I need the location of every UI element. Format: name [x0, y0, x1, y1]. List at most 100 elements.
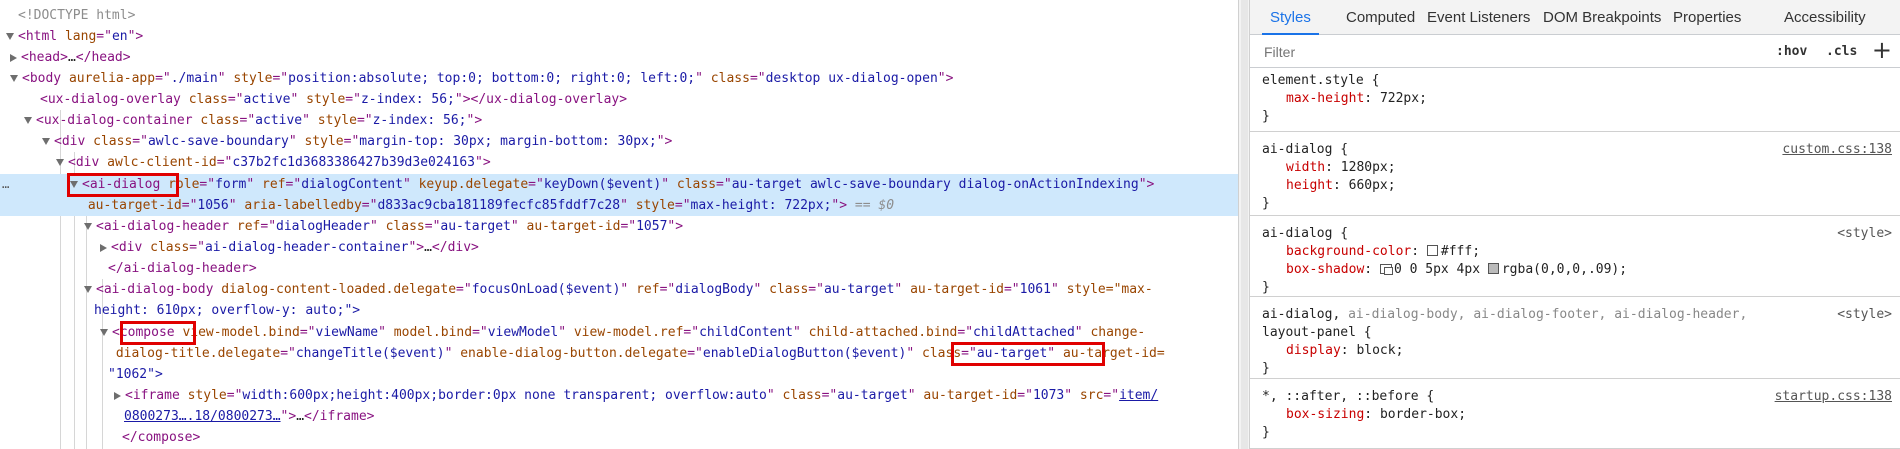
splitter-thumb[interactable] [1241, 0, 1248, 449]
attr-name: style [304, 134, 344, 149]
color-swatch-icon[interactable] [1426, 245, 1438, 256]
expand-triangle-down-icon[interactable] [24, 117, 32, 124]
property-value[interactable]: border-box; [1380, 407, 1466, 422]
attr-value: margin-top: 30px; margin-bottom: 30px; [359, 134, 657, 149]
dom-node-line[interactable]: 0800273….18/0800273…">…</iframe> [0, 406, 1238, 427]
iframe-src-link[interactable]: 0800273….18/0800273… [124, 409, 281, 424]
tab-event-listeners[interactable]: Event Listeners [1427, 0, 1530, 35]
attr-name: class [769, 282, 809, 297]
new-style-rule-button[interactable]: + [1872, 36, 1892, 64]
property-name[interactable]: box-shadow [1286, 262, 1364, 277]
style-rule[interactable]: *, ::after, ::before { startup.css:138box… [1250, 385, 1900, 449]
rule-selector[interactable]: ai-dialog { [1262, 140, 1348, 160]
color-swatch-icon[interactable] [1487, 263, 1499, 274]
tag-name: </compose> [122, 430, 201, 445]
property-name[interactable]: box-sizing [1286, 407, 1364, 422]
expand-triangle-down-icon[interactable] [84, 223, 92, 230]
styles-filter-input[interactable] [1262, 40, 1762, 63]
dom-node-line[interactable]: <html lang="en"> [0, 26, 1238, 47]
expand-triangle-right-icon[interactable] [100, 243, 107, 252]
dom-node-line[interactable]: <div class="awlc-save-boundary" style="m… [0, 131, 1238, 152]
hov-toggle-button[interactable]: :hov [1776, 42, 1807, 62]
rule-source-link[interactable]: startup.css:138 [1775, 387, 1892, 407]
rule-selector[interactable]: ai-dialog { [1262, 224, 1348, 244]
rule-selector[interactable]: *, ::after, ::before { [1262, 387, 1434, 407]
expand-triangle-down-icon[interactable] [6, 33, 14, 40]
css-property[interactable]: background-color: #fff; [1286, 242, 1480, 262]
tab-styles[interactable]: Styles [1262, 0, 1319, 35]
dom-node-line[interactable]: <body aurelia-app="./main" style="positi… [0, 68, 1238, 89]
expand-triangle-right-icon[interactable] [114, 391, 121, 400]
css-property[interactable]: max-height: 722px; [1286, 89, 1427, 109]
dom-node-line[interactable]: <iframe style="width:600px;height:400px;… [0, 385, 1238, 406]
style-rule[interactable]: element.style {max-height: 722px;} [1250, 69, 1900, 132]
more-actions-icon[interactable]: ⋯ [2, 177, 22, 198]
dom-node-line[interactable]: <!DOCTYPE html> [0, 5, 1238, 26]
attr-value: d833ac9cba181189fecfc85fddf7c28 [377, 198, 621, 213]
rule-source-link[interactable]: custom.css:138 [1782, 140, 1892, 160]
rule-close-brace: } [1262, 196, 1270, 211]
tab-properties[interactable]: Properties [1673, 0, 1741, 35]
property-value[interactable]: #fff; [1441, 244, 1480, 259]
property-name[interactable]: width [1286, 160, 1325, 175]
expand-triangle-down-icon[interactable] [56, 159, 64, 166]
attr-name: enable-dialog-button.delegate [460, 346, 688, 361]
dom-node-line[interactable]: "1062"> [0, 364, 1238, 385]
dom-node-line[interactable]: <head>…</head> [0, 47, 1238, 68]
tag-name: <div [54, 134, 86, 149]
dom-node-line[interactable]: <ux-dialog-overlay class="active" style=… [0, 89, 1238, 110]
iframe-src-link[interactable]: item/ [1119, 388, 1158, 403]
expand-triangle-right-icon[interactable] [10, 53, 17, 62]
expand-triangle-down-icon[interactable] [10, 75, 18, 82]
tab-dom-breakpoints[interactable]: DOM Breakpoints [1543, 0, 1661, 35]
highlight-class-au-target [951, 342, 1105, 366]
rule-selector[interactable]: element.style { [1262, 71, 1379, 91]
elements-panel[interactable]: <!DOCTYPE html> <html lang="en"> <head>…</… [0, 0, 1238, 449]
property-value[interactable]: 0 0 5px 4px [1394, 262, 1480, 277]
rule-selector[interactable]: ai-dialog, ai-dialog-body, ai-dialog-foo… [1262, 305, 1747, 325]
dom-node-line[interactable]: <div awlc-client-id="c37b2fc1d3683386427… [0, 152, 1238, 173]
expand-triangle-down-icon[interactable] [84, 286, 92, 293]
attr-name: style [317, 113, 357, 128]
property-value[interactable]: 660px; [1349, 178, 1396, 193]
attr-value: c37b2fc1d3683386427b39d3e024163 [232, 155, 476, 170]
style-rule[interactable]: ai-dialog {<style> background-color: #fff… [1250, 222, 1900, 297]
tag-name: <html [18, 29, 58, 44]
property-value[interactable]: 722px; [1380, 91, 1427, 106]
dom-node-line[interactable]: <ai-dialog-header ref="dialogHeader" cla… [0, 216, 1238, 237]
dom-node-line[interactable]: height: 610px; overflow-y: auto;"> [0, 300, 1238, 321]
expand-triangle-down-icon[interactable] [42, 138, 50, 145]
style-rule[interactable]: ai-dialog { custom.css:138 width: 1280px; h… [1250, 138, 1900, 216]
expand-triangle-down-icon[interactable] [100, 329, 108, 336]
panel-splitter[interactable] [1238, 0, 1250, 449]
dom-node-line[interactable]: <ux-dialog-container class="active" styl… [0, 110, 1238, 131]
property-name[interactable]: max-height [1286, 91, 1364, 106]
css-property[interactable]: box-shadow: 0 0 5px 4px rgba(0,0,0,.09); [1286, 260, 1627, 280]
css-property[interactable]: display: block; [1286, 341, 1403, 361]
property-value[interactable]: rgba(0,0,0,.09); [1502, 262, 1627, 277]
attr-value: enableDialogButton($event) [702, 346, 907, 361]
css-property[interactable]: width: 1280px; [1286, 158, 1396, 178]
shadow-editor-icon[interactable] [1379, 264, 1393, 275]
dom-node-line[interactable]: <ai-dialog role="form" ref="dialogConten… [0, 174, 1238, 195]
style-rule[interactable]: ai-dialog, ai-dialog-body, ai-dialog-foo… [1250, 303, 1900, 379]
tab-computed[interactable]: Computed [1346, 0, 1415, 35]
dom-node-line[interactable]: </ai-dialog-header> [0, 258, 1238, 279]
property-value[interactable]: block; [1356, 343, 1403, 358]
tag-name: </ai-dialog-header> [108, 261, 257, 276]
dom-node-line[interactable]: au-target-id="1056" aria-labelledby="d83… [0, 195, 1238, 216]
attr-name: class [676, 177, 717, 192]
styles-panel[interactable]: Styles Computed Event Listeners DOM Brea… [1250, 0, 1900, 449]
dom-node-line[interactable]: <ai-dialog-body dialog-content-loaded.de… [0, 279, 1238, 300]
cls-toggle-button[interactable]: .cls [1826, 42, 1857, 62]
dom-node-line[interactable]: </compose> [0, 427, 1238, 448]
tab-accessibility[interactable]: Accessibility [1784, 0, 1866, 35]
css-property[interactable]: height: 660px; [1286, 176, 1396, 196]
dom-node-line[interactable]: <div class="ai-dialog-header-container">… [0, 237, 1238, 258]
property-name[interactable]: height [1286, 178, 1333, 193]
property-name[interactable]: display [1286, 343, 1341, 358]
tag-name: <div [111, 240, 143, 255]
property-value[interactable]: 1280px; [1341, 160, 1396, 175]
property-name[interactable]: background-color [1286, 244, 1411, 259]
css-property[interactable]: box-sizing: border-box; [1286, 405, 1466, 425]
